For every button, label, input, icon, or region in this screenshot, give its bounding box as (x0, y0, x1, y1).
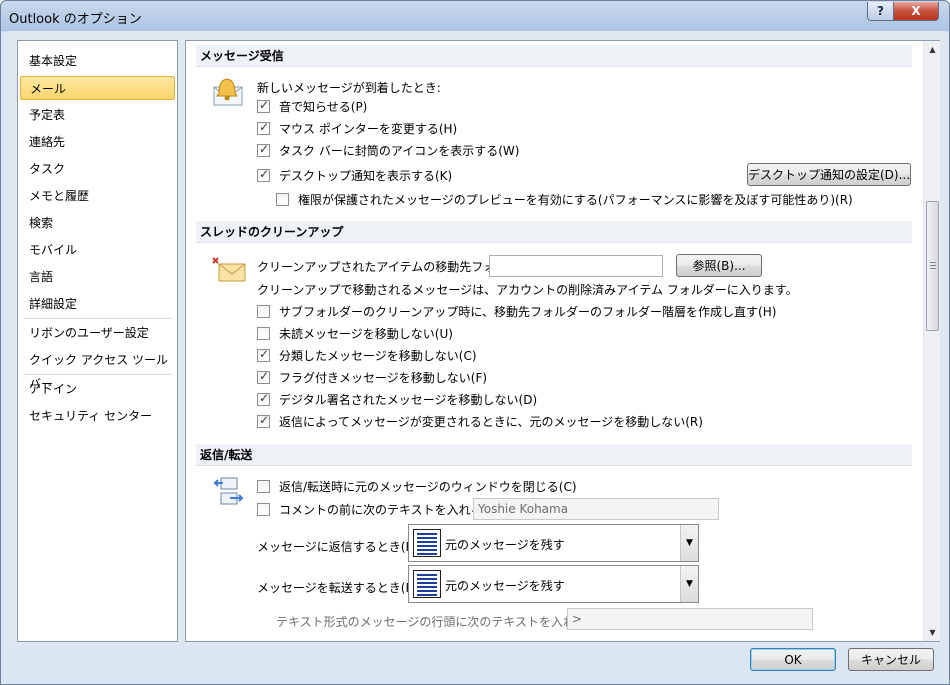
categorized-label: 分類したメッセージを移動しない(C) (279, 349, 477, 363)
change-pointer-label: マウス ポインターを変更する(H) (279, 122, 458, 136)
options-window: Outlook のオプション ? X 基本設定 メール 予定表 連絡先 タスク … (0, 0, 950, 685)
cleanup-option-signed[interactable]: デジタル署名されたメッセージを移動しない(D) (257, 391, 537, 408)
sidebar-item-calendar[interactable]: 予定表 (20, 103, 175, 127)
sidebar-item-customize-ribbon[interactable]: リボンのユーザー設定 (20, 321, 175, 345)
cleanup-info-text: クリーンアップで移動されるメッセージは、アカウントの削除済みアイテム フォルダー… (257, 283, 798, 297)
taskbar-icon-label: タスク バーに封筒のアイコンを表示する(W) (279, 144, 520, 158)
close-original-label: 返信/転送時に元のメッセージのウィンドウを閉じる(C) (279, 480, 577, 494)
sidebar-divider (24, 374, 172, 375)
reply-behavior-dropdown[interactable]: 元のメッセージを残す ▼ (408, 524, 699, 562)
keep-original-icon (413, 529, 441, 557)
browse-button[interactable]: 参照(B)... (676, 254, 762, 277)
chevron-down-icon[interactable]: ▼ (680, 525, 698, 561)
content-scrollbar[interactable]: ▲ ▼ (923, 41, 940, 641)
preface-comments-checkbox[interactable] (257, 503, 270, 516)
message-arrival-intro: 新しいメッセージが到着したとき: (257, 81, 441, 95)
sidebar-item-contacts[interactable]: 連絡先 (20, 130, 175, 154)
sidebar-item-language[interactable]: 言語 (20, 265, 175, 289)
reply-behavior-value: 元のメッセージを残す (445, 538, 565, 552)
options-content-panel: メッセージ受信 新しいメッセージが到着したとき: 音で知らせる(P) マウス ポ… (185, 40, 940, 642)
sidebar-item-advanced[interactable]: 詳細設定 (20, 292, 175, 316)
cleanup-option-recreate-hierarchy[interactable]: サブフォルダーのクリーンアップ時に、移動先フォルダーのフォルダー階層を作成し直す… (257, 303, 776, 320)
section-header-conversation-cleanup: スレッドのクリーンアップ (196, 221, 912, 243)
cleanup-option-unread[interactable]: 未読メッセージを移動しない(U) (257, 325, 453, 342)
title-bar[interactable]: Outlook のオプション ? X (1, 1, 949, 31)
preface-comments-label: コメントの前に次のテキストを入れる(A): (279, 503, 505, 517)
help-button[interactable]: ? (867, 2, 894, 21)
reply-behavior-label: メッセージに返信するとき(R): (257, 540, 423, 554)
signed-checkbox[interactable] (257, 391, 270, 406)
close-original-option[interactable]: 返信/転送時に元のメッセージのウィンドウを閉じる(C) (257, 478, 577, 495)
sidebar-divider (24, 318, 172, 319)
sidebar-item-quick-access-toolbar[interactable]: クイック アクセス ツール バー (20, 348, 175, 391)
recreate-hierarchy-label: サブフォルダーのクリーンアップ時に、移動先フォルダーのフォルダー階層を作成し直す… (279, 305, 777, 319)
dialog-client: 基本設定 メール 予定表 連絡先 タスク メモと履歴 検索 モバイル 言語 詳細… (8, 31, 944, 645)
unread-checkbox[interactable] (257, 327, 270, 340)
reply-forward-icon (213, 477, 244, 505)
categorized-checkbox[interactable] (257, 347, 270, 362)
sidebar-item-add-ins[interactable]: アドイン (20, 377, 175, 401)
play-sound-checkbox[interactable] (257, 98, 270, 113)
play-sound-option[interactable]: 音で知らせる(P) (257, 98, 367, 115)
change-pointer-option[interactable]: マウス ポインターを変更する(H) (257, 120, 457, 137)
forward-behavior-dropdown[interactable]: 元のメッセージを残す ▼ (408, 565, 699, 603)
forward-behavior-label: メッセージを転送するとき(F): (257, 581, 422, 595)
sidebar-item-trust-center[interactable]: セキュリティ センター (20, 404, 175, 428)
preface-text-input[interactable]: Yoshie Kohama (473, 498, 719, 520)
change-pointer-checkbox[interactable] (257, 120, 270, 135)
flagged-label: フラグ付きメッセージを移動しない(F) (279, 371, 488, 385)
forward-behavior-value: 元のメッセージを残す (445, 579, 565, 593)
cleanup-envelope-icon (212, 257, 246, 282)
scroll-up-icon[interactable]: ▲ (924, 41, 941, 58)
chevron-down-icon[interactable]: ▼ (680, 566, 698, 602)
desktop-alert-label: デスクトップ通知を表示する(K) (279, 169, 453, 183)
modified-by-reply-checkbox[interactable] (257, 413, 270, 428)
cancel-button[interactable]: キャンセル (848, 648, 934, 671)
sidebar-item-search[interactable]: 検索 (20, 211, 175, 235)
keep-original-icon (413, 570, 441, 598)
scroll-thumb[interactable] (926, 201, 939, 331)
sidebar-item-notes-journal[interactable]: メモと履歴 (20, 184, 175, 208)
rights-preview-checkbox[interactable] (276, 193, 289, 206)
cleanup-option-flagged[interactable]: フラグ付きメッセージを移動しない(F) (257, 369, 487, 386)
signed-label: デジタル署名されたメッセージを移動しない(D) (279, 393, 538, 407)
bell-envelope-icon (213, 78, 243, 106)
preface-comments-option[interactable]: コメントの前に次のテキストを入れる(A): (257, 501, 504, 518)
desktop-alert-checkbox[interactable] (257, 167, 270, 182)
rights-preview-label: 権限が保護されたメッセージのプレビューを有効にする(パフォーマンスに影響を及ぼす… (298, 193, 853, 207)
ok-button[interactable]: OK (750, 648, 836, 671)
recreate-hierarchy-checkbox[interactable] (257, 305, 270, 318)
sidebar-item-tasks[interactable]: タスク (20, 157, 175, 181)
desktop-alert-option[interactable]: デスクトップ通知を表示する(K) (257, 167, 452, 184)
section-header-message-arrival: メッセージ受信 (196, 45, 912, 67)
play-sound-label: 音で知らせる(P) (279, 100, 368, 114)
section-header-replies-forwards: 返信/転送 (196, 444, 912, 466)
category-sidebar: 基本設定 メール 予定表 連絡先 タスク メモと履歴 検索 モバイル 言語 詳細… (17, 40, 178, 642)
cleanup-option-modified-by-reply[interactable]: 返信によってメッセージが変更されるときに、元のメッセージを移動しない(R) (257, 413, 703, 430)
desktop-alert-settings-button[interactable]: デスクトップ通知の設定(D)... (747, 163, 911, 186)
taskbar-icon-option[interactable]: タスク バーに封筒のアイコンを表示する(W) (257, 142, 519, 159)
flagged-checkbox[interactable] (257, 369, 270, 384)
cleanup-option-categorized[interactable]: 分類したメッセージを移動しない(C) (257, 347, 477, 364)
sidebar-item-mobile[interactable]: モバイル (20, 238, 175, 262)
close-original-checkbox[interactable] (257, 480, 270, 493)
prefix-text-input[interactable]: > (567, 608, 813, 630)
sidebar-item-mail[interactable]: メール (20, 76, 175, 100)
window-title: Outlook のオプション (9, 12, 142, 27)
unread-label: 未読メッセージを移動しない(U) (279, 327, 453, 341)
sidebar-item-general[interactable]: 基本設定 (20, 49, 175, 73)
modified-by-reply-label: 返信によってメッセージが変更されるときに、元のメッセージを移動しない(R) (279, 415, 703, 429)
rights-preview-option[interactable]: 権限が保護されたメッセージのプレビューを有効にする(パフォーマンスに影響を及ぼす… (276, 191, 853, 208)
close-button[interactable]: X (894, 2, 939, 21)
cleanup-folder-input[interactable] (489, 255, 663, 277)
taskbar-icon-checkbox[interactable] (257, 142, 270, 157)
scroll-down-icon[interactable]: ▼ (924, 624, 941, 641)
prefix-text-label: テキスト形式のメッセージの行頭に次のテキストを入れる(P): (276, 615, 608, 629)
